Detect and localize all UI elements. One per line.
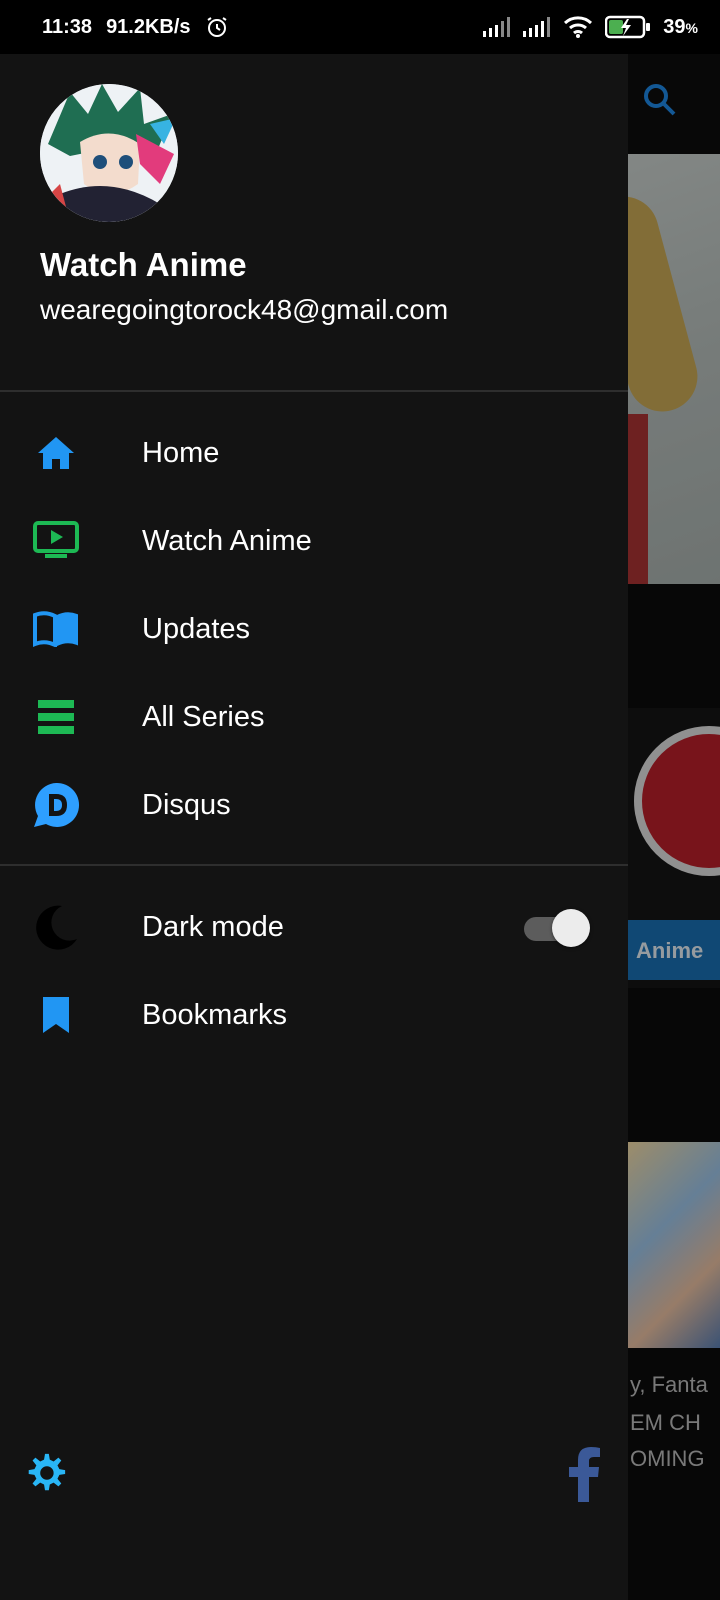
scrim[interactable] <box>628 54 720 1600</box>
menu-label: All Series <box>142 700 265 733</box>
menu-label: Bookmarks <box>142 998 288 1031</box>
menu-item-updates[interactable]: Updates <box>0 585 628 673</box>
menu-item-dark-mode[interactable]: Dark mode <box>0 883 628 971</box>
status-bar: 11:38 91.2KB/s 39% <box>0 0 720 54</box>
user-name: Watch Anime <box>40 246 247 283</box>
list-icon <box>30 691 82 743</box>
menu-label: Dark mode <box>142 910 284 943</box>
menu-item-bookmarks[interactable]: Bookmarks <box>0 971 628 1059</box>
menu-item-all-series[interactable]: All Series <box>0 673 628 761</box>
facebook-icon[interactable] <box>566 1446 602 1502</box>
gear-icon[interactable] <box>22 1450 68 1496</box>
moon-icon <box>30 901 82 953</box>
alarm-icon <box>207 17 227 37</box>
background-app: Anime y, Fanta EM CH OMING <box>628 54 720 1600</box>
status-net-speed: 91.2KB/s <box>106 15 191 38</box>
disqus-icon <box>30 779 82 831</box>
home-icon <box>30 427 82 479</box>
menu-label: Updates <box>142 612 251 645</box>
wifi-icon <box>564 16 593 38</box>
bookmark-icon <box>30 989 82 1041</box>
signal-icon <box>483 17 511 37</box>
signal-icon-2 <box>523 17 551 37</box>
user-email: wearegoingtorock48@gmail.com <box>40 294 449 325</box>
divider <box>0 864 628 866</box>
book-open-icon <box>30 603 82 655</box>
menu-label: Home <box>142 436 220 469</box>
tv-play-icon <box>30 515 82 567</box>
menu-label: Disqus <box>142 788 231 821</box>
navigation-drawer: Watch Anime wearegoingtorock48@gmail.com… <box>0 54 628 1600</box>
divider <box>0 390 628 392</box>
battery-icon <box>605 15 651 39</box>
battery-unit: % <box>685 19 698 36</box>
dark-mode-toggle[interactable] <box>524 907 590 947</box>
menu-item-watch-anime[interactable]: Watch Anime <box>0 497 628 585</box>
battery-level: 39 <box>663 15 686 38</box>
menu-label: Watch Anime <box>142 524 312 557</box>
menu-item-home[interactable]: Home <box>0 409 628 497</box>
menu-item-disqus[interactable]: Disqus <box>0 761 628 849</box>
avatar[interactable] <box>40 84 178 222</box>
status-time: 11:38 <box>42 15 93 38</box>
